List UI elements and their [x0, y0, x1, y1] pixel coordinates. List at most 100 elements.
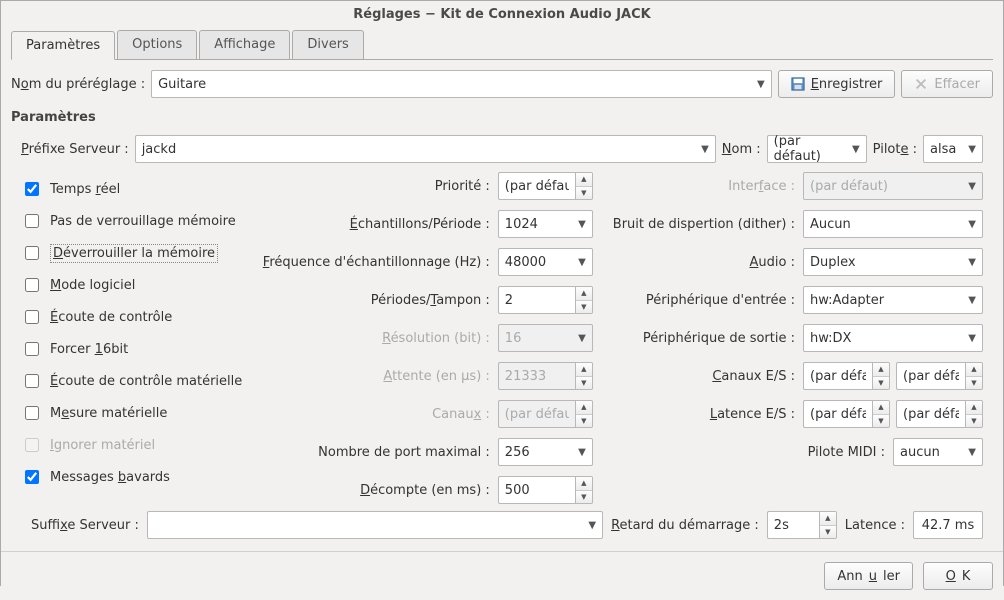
- server-prefix-combo[interactable]: jackd ▼: [135, 135, 716, 163]
- suffix-label: Suffixe Serveur :: [31, 518, 139, 533]
- driver-combo[interactable]: alsa ▼: [923, 135, 983, 163]
- section-title: Paramètres: [11, 110, 993, 125]
- chk-hwmon[interactable]: Écoute de contrôle matérielle: [21, 369, 243, 393]
- spinner-down-icon[interactable]: ▼: [820, 526, 836, 539]
- spinner-down-icon[interactable]: ▼: [966, 377, 982, 390]
- settings-window: Réglages − Kit de Connexion Audio JACK P…: [0, 0, 1004, 586]
- spinner-up-icon[interactable]: ▲: [966, 363, 982, 377]
- chevron-down-icon: ▼: [968, 219, 976, 230]
- name-value: (par défaut): [774, 134, 848, 164]
- startup-delay-spin[interactable]: ▲▼: [767, 511, 837, 539]
- spinner-up-icon: ▲: [576, 363, 592, 377]
- chevron-down-icon: ▼: [968, 144, 976, 155]
- srate-label: Fréquence d'échantillonnage (Hz) :: [263, 255, 490, 270]
- midi-label: Pilote MIDI :: [808, 445, 885, 460]
- tab-affichage[interactable]: Affichage: [199, 30, 290, 59]
- chk-realtime[interactable]: Temps réel: [21, 177, 243, 201]
- driver-value: alsa: [930, 142, 956, 157]
- server-prefix-value: jackd: [142, 142, 177, 157]
- interface-combo: (par défaut)▼: [803, 172, 983, 200]
- right-column: Interface : (par défaut)▼ Bruit de disper…: [613, 171, 983, 505]
- spinner-down-icon[interactable]: ▼: [576, 301, 592, 314]
- interface-label: Interface :: [728, 179, 795, 194]
- tab-bar: Paramètres Options Affichage Divers: [11, 30, 993, 60]
- server-prefix-row: Préfixe Serveur : jackd ▼ Nom : (par déf…: [11, 135, 993, 163]
- input-dev-combo[interactable]: hw:Adapter▼: [803, 286, 983, 314]
- save-icon: [791, 77, 805, 91]
- chk-force16[interactable]: Forcer 16bit: [21, 337, 243, 361]
- io-chan-out-spin[interactable]: ▲▼: [896, 362, 983, 390]
- priority-label: Priorité :: [435, 179, 490, 194]
- audio-combo[interactable]: Duplex▼: [803, 248, 983, 276]
- middle-column: Priorité :▲▼ Échantillons/Période :1024▼…: [263, 171, 593, 505]
- chk-unlockmem[interactable]: Déverrouiller la mémoire: [21, 241, 243, 265]
- server-prefix-label: Préfixe Serveur :: [21, 142, 129, 157]
- chevron-down-icon: ▼: [578, 447, 586, 458]
- spinner-down-icon[interactable]: ▼: [873, 415, 889, 428]
- spinner-down-icon[interactable]: ▼: [576, 491, 592, 504]
- wait-spin: ▲▼: [498, 362, 593, 390]
- periods-label: Périodes/Tampon :: [371, 293, 490, 308]
- chevron-down-icon: ▼: [968, 333, 976, 344]
- spinner-down-icon[interactable]: ▼: [576, 187, 592, 200]
- dither-combo[interactable]: Aucun▼: [803, 210, 983, 238]
- preset-value: Guitare: [158, 77, 206, 92]
- io-chan-in-spin[interactable]: ▲▼: [803, 362, 890, 390]
- chevron-down-icon: ▼: [968, 257, 976, 268]
- chevron-down-icon: ▼: [588, 520, 596, 531]
- chk-nomemlock[interactable]: Pas de verrouillage mémoire: [21, 209, 243, 233]
- chevron-down-icon: ▼: [578, 257, 586, 268]
- save-button[interactable]: EEnregistrernregistrer: [778, 70, 896, 98]
- bottom-row: Suffixe Serveur : ▼ Retard du démarrage …: [11, 505, 993, 541]
- spinner-up-icon[interactable]: ▲: [576, 477, 592, 491]
- spinner-down-icon[interactable]: ▼: [873, 377, 889, 390]
- delete-icon: [914, 77, 928, 91]
- chevron-down-icon: ▼: [578, 333, 586, 344]
- frames-combo[interactable]: 1024▼: [498, 210, 593, 238]
- preset-combo[interactable]: Guitare ▼: [151, 70, 772, 98]
- params-columns: Temps réel Pas de verrouillage mémoire D…: [11, 171, 993, 505]
- periods-spin[interactable]: ▲▼: [498, 286, 593, 314]
- res-label: Résolution (bit) :: [382, 331, 490, 346]
- tab-options[interactable]: Options: [117, 30, 197, 59]
- channels-spin: ▲▼: [498, 400, 593, 428]
- io-lat-in-spin[interactable]: ▲▼: [803, 400, 890, 428]
- name-combo[interactable]: (par défaut) ▼: [767, 135, 867, 163]
- spinner-up-icon[interactable]: ▲: [576, 173, 592, 187]
- io-chan-label: Canaux E/S :: [712, 369, 795, 384]
- chk-softmode[interactable]: Mode logiciel: [21, 273, 243, 297]
- io-lat-out-spin[interactable]: ▲▼: [896, 400, 983, 428]
- tab-parametres[interactable]: Paramètres: [11, 31, 115, 60]
- chk-verbose[interactable]: Messages bavards: [21, 465, 243, 489]
- input-dev-label: Périphérique d'entrée :: [646, 293, 795, 308]
- wait-label: Attente (en µs) :: [383, 369, 489, 384]
- preset-row: Nom du préréglage : Guitare ▼ EEnregistr…: [11, 70, 993, 98]
- delete-button: Effacer: [901, 70, 993, 98]
- midi-combo[interactable]: aucun▼: [893, 438, 983, 466]
- dither-label: Bruit de dispertion (dither) :: [613, 217, 795, 232]
- content-area: Paramètres Options Affichage Divers Nom …: [1, 30, 1003, 551]
- latency-display: [913, 511, 983, 539]
- spinner-up-icon[interactable]: ▲: [576, 287, 592, 301]
- output-dev-label: Périphérique de sortie :: [643, 331, 795, 346]
- chevron-down-icon: ▼: [968, 295, 976, 306]
- driver-label: Pilote :: [873, 142, 917, 157]
- spinner-up-icon[interactable]: ▲: [966, 401, 982, 415]
- maxport-combo[interactable]: 256▼: [498, 438, 593, 466]
- spinner-down-icon: ▼: [576, 377, 592, 390]
- spinner-up-icon[interactable]: ▲: [820, 512, 836, 526]
- countdown-spin[interactable]: ▲▼: [498, 476, 593, 504]
- chk-hwmeter[interactable]: Mesure matérielle: [21, 401, 243, 425]
- spinner-up-icon[interactable]: ▲: [873, 401, 889, 415]
- spinner-up-icon[interactable]: ▲: [873, 363, 889, 377]
- chevron-down-icon: ▼: [578, 219, 586, 230]
- chk-monitor[interactable]: Écoute de contrôle: [21, 305, 243, 329]
- priority-spin[interactable]: ▲▼: [498, 172, 593, 200]
- latency-label: Latence :: [845, 518, 905, 533]
- name-label: Nom :: [722, 142, 761, 157]
- output-dev-combo[interactable]: hw:DX▼: [803, 324, 983, 352]
- spinner-down-icon[interactable]: ▼: [966, 415, 982, 428]
- srate-combo[interactable]: 48000▼: [498, 248, 593, 276]
- tab-divers[interactable]: Divers: [292, 30, 363, 59]
- suffix-combo[interactable]: ▼: [147, 511, 603, 539]
